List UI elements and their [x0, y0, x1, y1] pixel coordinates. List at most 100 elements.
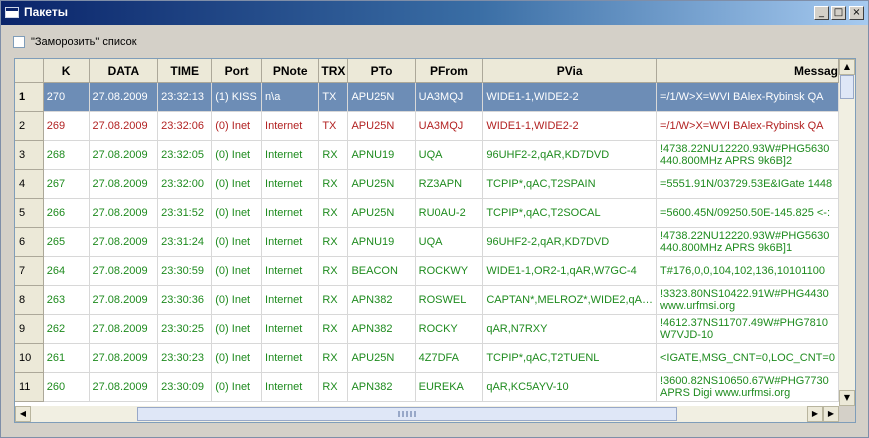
cell-k: 265: [43, 227, 90, 257]
scroll-up-button[interactable]: ▲: [839, 59, 855, 75]
cell-pto: APU25N: [347, 343, 416, 373]
horizontal-scrollbar[interactable]: ◀ ▶ ▶: [15, 406, 839, 422]
cell-date: 27.08.2009: [89, 314, 159, 344]
scroll-grip-icon: [398, 411, 417, 417]
cell-pvia: WIDE1-1,WIDE2-2: [482, 82, 657, 112]
table-row[interactable]: 6 265 27.08.2009 23:31:24 (0) Inet Internet RX…: [15, 227, 839, 257]
cell-trx: RX: [318, 372, 349, 402]
table-row[interactable]: 9 262 27.08.2009 23:30:25 (0) Inet Internet RX…: [15, 314, 839, 344]
cell-time: 23:31:52: [157, 198, 213, 228]
scroll-right-button[interactable]: ▶: [807, 406, 823, 422]
cell-pnote: Internet: [261, 343, 320, 373]
cell-date: 27.08.2009: [89, 372, 159, 402]
cell-time: 23:30:25: [157, 314, 213, 344]
cell-trx: RX: [318, 169, 349, 199]
row-selector-header[interactable]: [15, 59, 44, 83]
cell-date: 27.08.2009: [89, 227, 159, 257]
column-header-message[interactable]: Messag: [656, 59, 839, 83]
row-selector[interactable]: 3: [15, 140, 44, 170]
row-selector[interactable]: 8: [15, 285, 44, 315]
cell-time: 23:30:09: [157, 372, 213, 402]
cell-time: 23:30:23: [157, 343, 213, 373]
cell-trx: TX: [318, 82, 349, 112]
cell-pfrom: UQA: [415, 140, 484, 170]
cell-trx: RX: [318, 343, 349, 373]
cell-pfrom: EUREKA: [415, 372, 484, 402]
maximize-button[interactable]: □: [831, 6, 846, 20]
cell-pfrom: UA3MQJ: [415, 111, 484, 141]
cell-trx: RX: [318, 140, 349, 170]
row-selector[interactable]: 5: [15, 198, 44, 228]
row-selector[interactable]: 1: [15, 82, 44, 112]
cell-pfrom: 4Z7DFA: [415, 343, 484, 373]
table-row[interactable]: 8 263 27.08.2009 23:30:36 (0) Inet Internet RX…: [15, 285, 839, 315]
cell-k: 264: [43, 256, 90, 286]
title-bar[interactable]: Пакеты _ □ ×: [1, 1, 868, 25]
table-row[interactable]: 2 269 27.08.2009 23:32:06 (0) Inet Internet TX…: [15, 111, 839, 141]
horizontal-scroll-thumb[interactable]: [137, 407, 678, 421]
table-row[interactable]: 10 261 27.08.2009 23:30:23 (0) Inet Internet R…: [15, 343, 839, 373]
cell-k: 268: [43, 140, 90, 170]
cell-pvia: CAPTAN*,MELROZ*,WIDE2,qA…: [482, 285, 657, 315]
scroll-end-button[interactable]: ▶: [823, 406, 839, 422]
column-header-pnote[interactable]: PNote: [261, 59, 320, 83]
column-header-pvia[interactable]: PVia: [482, 59, 657, 83]
cell-time: 23:31:24: [157, 227, 213, 257]
column-header-time[interactable]: TIME: [157, 59, 213, 83]
table-row[interactable]: 3 268 27.08.2009 23:32:05 (0) Inet Internet RX…: [15, 140, 839, 170]
freeze-list-label[interactable]: "Заморозить" список: [31, 36, 137, 48]
header-row: K DATA TIME Port PNote TRX PTo PFrom PVi…: [15, 59, 839, 83]
cell-time: 23:32:00: [157, 169, 213, 199]
row-selector[interactable]: 6: [15, 227, 44, 257]
table-row[interactable]: 11 260 27.08.2009 23:30:09 (0) Inet Internet R…: [15, 372, 839, 402]
cell-k: 261: [43, 343, 90, 373]
cell-pnote: Internet: [261, 169, 320, 199]
cell-pto: BEACON: [347, 256, 416, 286]
row-selector[interactable]: 7: [15, 256, 44, 286]
cell-port: (0) Inet: [211, 285, 263, 315]
cell-pnote: Internet: [261, 227, 320, 257]
scroll-left-button[interactable]: ◀: [15, 406, 31, 422]
cell-pnote: Internet: [261, 111, 320, 141]
table-row[interactable]: 7 264 27.08.2009 23:30:59 (0) Inet Internet RX…: [15, 256, 839, 286]
packets-window: Пакеты _ □ × "Заморозить" список K DATA: [0, 0, 869, 438]
cell-time: 23:32:05: [157, 140, 213, 170]
scrollbar-corner: [839, 406, 855, 422]
row-selector[interactable]: 4: [15, 169, 44, 199]
vertical-scrollbar[interactable]: ▲ ▼: [839, 59, 855, 406]
column-header-pto[interactable]: PTo: [347, 59, 416, 83]
column-header-k[interactable]: K: [43, 59, 90, 83]
table-row[interactable]: 5 266 27.08.2009 23:31:52 (0) Inet Internet RX…: [15, 198, 839, 228]
cell-pfrom: ROSWEL: [415, 285, 484, 315]
cell-time: 23:32:06: [157, 111, 213, 141]
cell-pto: APU25N: [347, 82, 416, 112]
vertical-scroll-thumb[interactable]: [840, 75, 854, 99]
row-selector[interactable]: 10: [15, 343, 44, 373]
table-row[interactable]: 4 267 27.08.2009 23:32:00 (0) Inet Internet RX…: [15, 169, 839, 199]
cell-date: 27.08.2009: [89, 140, 159, 170]
cell-pnote: Internet: [261, 372, 320, 402]
cell-date: 27.08.2009: [89, 285, 159, 315]
packets-grid: K DATA TIME Port PNote TRX PTo PFrom PVi…: [14, 58, 856, 423]
cell-pto: APN382: [347, 314, 416, 344]
freeze-list-checkbox[interactable]: [13, 36, 25, 48]
cell-trx: RX: [318, 314, 349, 344]
column-header-trx[interactable]: TRX: [318, 59, 349, 83]
cell-pto: APU25N: [347, 169, 416, 199]
minimize-button[interactable]: _: [814, 6, 829, 20]
scroll-down-button[interactable]: ▼: [839, 390, 855, 406]
row-selector[interactable]: 11: [15, 372, 44, 402]
table-row[interactable]: 1 270 27.08.2009 23:32:13 (1) KISS n\a TX APU25…: [15, 82, 839, 112]
row-selector[interactable]: 9: [15, 314, 44, 344]
cell-port: (0) Inet: [211, 198, 263, 228]
column-header-port[interactable]: Port: [211, 59, 263, 83]
row-selector[interactable]: 2: [15, 111, 44, 141]
cell-pvia: WIDE1-1,OR2-1,qAR,W7GC-4: [482, 256, 657, 286]
cell-date: 27.08.2009: [89, 256, 159, 286]
close-button[interactable]: ×: [849, 6, 864, 20]
column-header-pfrom[interactable]: PFrom: [415, 59, 484, 83]
cell-port: (0) Inet: [211, 256, 263, 286]
column-header-data[interactable]: DATA: [89, 59, 159, 83]
window-icon: [5, 7, 19, 18]
cell-k: 266: [43, 198, 90, 228]
